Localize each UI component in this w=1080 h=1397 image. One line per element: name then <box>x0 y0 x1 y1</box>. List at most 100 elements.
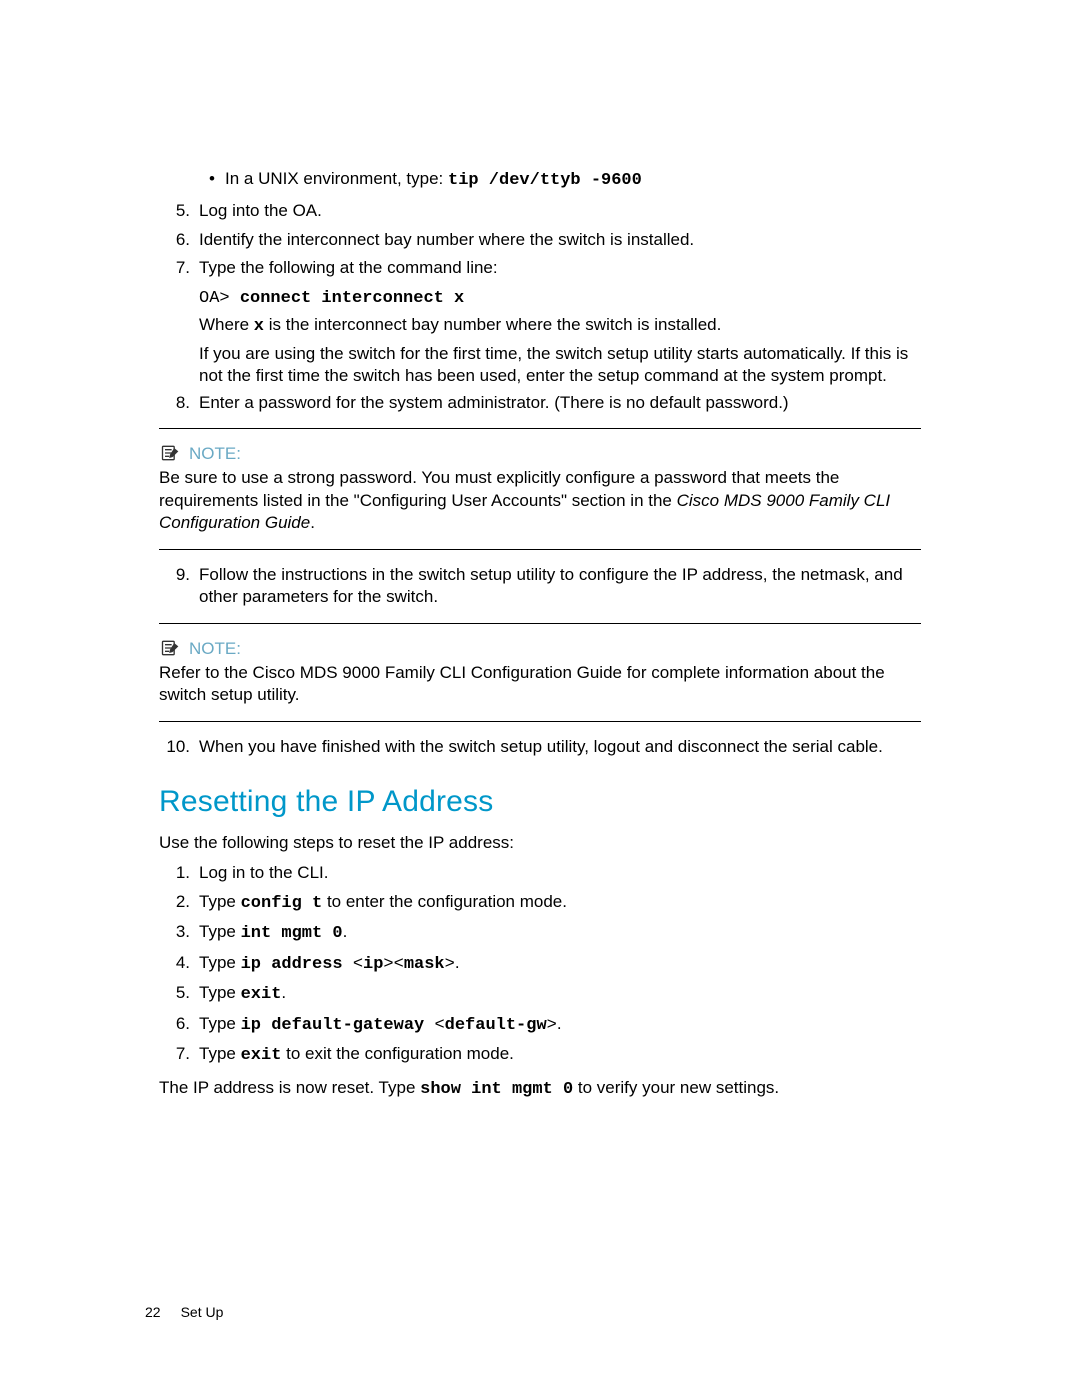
reset-intro: Use the following steps to reset the IP … <box>159 832 921 854</box>
reset-step-1: 1.Log in to the CLI. <box>159 862 921 884</box>
step-num-10: 10. <box>157 736 190 758</box>
reset-outro-cmd: show int mgmt 0 <box>420 1080 573 1099</box>
step-list-a2: 8. Enter a password for the system admini… <box>159 392 921 414</box>
note-1-header: NOTE: <box>159 443 921 465</box>
reset-num-3: 3. <box>166 921 190 943</box>
section-heading: Resetting the IP Address <box>159 782 921 822</box>
reset-step-6-gt: > <box>547 1016 557 1035</box>
page-number: 22 <box>145 1303 161 1321</box>
reset-step-6-cmd1: ip default-gateway <box>241 1016 435 1035</box>
reset-step-4-lt1: < <box>353 955 363 974</box>
reset-step-3-b: . <box>343 922 348 941</box>
note-2-header: NOTE: <box>159 638 921 660</box>
step-num-8: 8. <box>166 392 190 414</box>
reset-num-2: 2. <box>166 891 190 913</box>
rule-4 <box>159 721 921 722</box>
reset-step-7-a: Type <box>199 1044 241 1063</box>
reset-step-3-a: Type <box>199 922 241 941</box>
step-4-nested: In a UNIX environment, type: tip /dev/tt… <box>159 168 921 192</box>
reset-outro-a: The IP address is now reset. Type <box>159 1078 420 1097</box>
reset-step-4-b: . <box>455 953 460 972</box>
step-7-para2: If you are using the switch for the firs… <box>159 343 921 388</box>
reset-step-3: 3. Type int mgmt 0. <box>159 921 921 945</box>
rule-1 <box>159 428 921 429</box>
reset-step-6-val: default-gw <box>445 1016 547 1035</box>
step-6-text: Identify the interconnect bay number whe… <box>199 230 694 249</box>
step-5: 5. Log into the OA. <box>159 200 921 222</box>
step-7-where-b: is the interconnect bay number where the… <box>264 315 721 334</box>
note-icon <box>159 443 181 463</box>
step-7: 7. Type the following at the command line… <box>159 257 921 279</box>
rule-3 <box>159 623 921 624</box>
reset-step-2: 2. Type config t to enter the configurati… <box>159 891 921 915</box>
page-footer: 22 Set Up <box>145 1303 223 1321</box>
reset-step-2-cmd: config t <box>241 894 323 913</box>
reset-step-5-a: Type <box>199 983 241 1002</box>
chapter-name: Set Up <box>181 1303 224 1321</box>
step-10: 10. When you have finished with the switc… <box>159 736 921 758</box>
step-num-6: 6. <box>166 229 190 251</box>
reset-num-6: 6. <box>166 1013 190 1035</box>
step-num-7: 7. <box>166 257 190 279</box>
step-num-9: 9. <box>166 564 190 586</box>
step-7-where-a: Where <box>199 315 254 334</box>
reset-step-7-cmd: exit <box>241 1046 282 1065</box>
reset-num-5: 5. <box>166 982 190 1004</box>
reset-step-7-b: to exit the configuration mode. <box>281 1044 513 1063</box>
step-7-where-x: x <box>254 317 264 336</box>
step-list-a: 5. Log into the OA. 6. Identify the interc… <box>159 200 921 279</box>
reset-num-4: 4. <box>166 952 190 974</box>
step-9: 9. Follow the instructions in the switch … <box>159 564 921 609</box>
step-10-text: When you have finished with the switch s… <box>199 737 883 756</box>
reset-step-2-a: Type <box>199 892 241 911</box>
note-icon <box>159 638 181 658</box>
reset-outro: The IP address is now reset. Type show i… <box>159 1077 921 1101</box>
unix-bullet: In a UNIX environment, type: tip /dev/tt… <box>209 168 921 192</box>
note-2-body: Refer to the Cisco MDS 9000 Family CLI C… <box>159 662 921 707</box>
step-num-5: 5. <box>166 200 190 222</box>
reset-outro-b: to verify your new settings. <box>573 1078 779 1097</box>
step-7-cmd: connect interconnect x <box>240 289 464 308</box>
note-1: NOTE: Be sure to use a strong password. … <box>159 443 921 535</box>
step-7-text: Type the following at the command line: <box>199 258 498 277</box>
note-1-body: Be sure to use a strong password. You mu… <box>159 467 921 534</box>
step-list-a-prefix: In a UNIX environment, type: tip /dev/tt… <box>159 168 921 192</box>
step-9-text: Follow the instructions in the switch se… <box>199 565 903 606</box>
document-page: In a UNIX environment, type: tip /dev/tt… <box>0 0 1080 1397</box>
reset-step-4-ip: ip <box>363 955 383 974</box>
unix-bullet-text: In a UNIX environment, type: <box>225 169 448 188</box>
reset-step-list: 1.Log in to the CLI. 2. Type config t to … <box>159 862 921 1067</box>
step-list-c: 10. When you have finished with the switc… <box>159 736 921 758</box>
reset-step-4-a: Type <box>199 953 241 972</box>
reset-step-4-gt1: >< <box>383 955 403 974</box>
unix-bullet-cmd: tip /dev/ttyb -9600 <box>448 171 642 190</box>
note-1-body-b: . <box>310 513 315 532</box>
reset-step-5-cmd: exit <box>241 985 282 1004</box>
reset-step-4: 4.Type ip address <ip><mask>. <box>159 952 921 976</box>
reset-step-5: 5. Type exit. <box>159 982 921 1006</box>
reset-num-1: 1. <box>166 862 190 884</box>
step-7-cmd-line: OA> connect interconnect x <box>159 286 921 310</box>
reset-step-3-cmd: int mgmt 0 <box>241 924 343 943</box>
reset-step-7: 7. Type exit to exit the configuration mo… <box>159 1043 921 1067</box>
reset-step-5-b: . <box>281 983 286 1002</box>
reset-step-4-mask: mask <box>404 955 445 974</box>
step-7-where: Where x is the interconnect bay number w… <box>159 314 921 338</box>
note-2: NOTE: Refer to the Cisco MDS 9000 Family… <box>159 638 921 707</box>
reset-step-6-b: . <box>557 1014 562 1033</box>
note-1-label: NOTE: <box>189 443 241 465</box>
step-8: 8. Enter a password for the system admini… <box>159 392 921 414</box>
step-list-b: 9. Follow the instructions in the switch … <box>159 564 921 609</box>
rule-2 <box>159 549 921 550</box>
step-6: 6. Identify the interconnect bay number w… <box>159 229 921 251</box>
reset-step-2-b: to enter the configuration mode. <box>322 892 567 911</box>
step-8-text: Enter a password for the system administ… <box>199 393 789 412</box>
reset-step-6-a: Type <box>199 1014 241 1033</box>
reset-step-4-gt2: > <box>445 955 455 974</box>
step-7-cmd-prompt: OA> <box>199 289 240 308</box>
step-5-text: Log into the OA. <box>199 201 322 220</box>
reset-num-7: 7. <box>166 1043 190 1065</box>
note-2-label: NOTE: <box>189 638 241 660</box>
reset-step-6-lt: < <box>434 1016 444 1035</box>
unix-bullet-list: In a UNIX environment, type: tip /dev/tt… <box>199 168 921 192</box>
